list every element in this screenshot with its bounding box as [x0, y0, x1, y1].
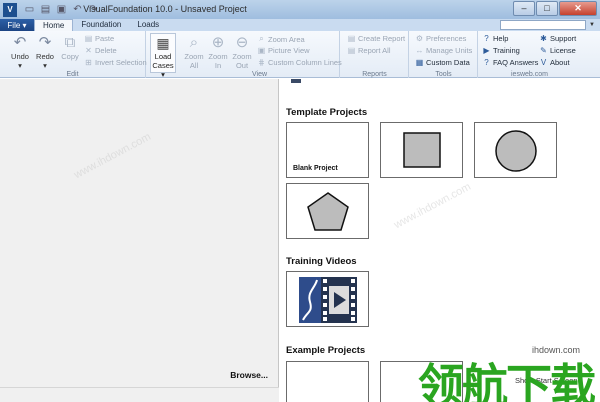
- report-all-button[interactable]: ▤ Report All: [347, 46, 391, 55]
- left-pane-footer: [0, 387, 279, 402]
- minimize-button[interactable]: –: [513, 1, 535, 16]
- zoom-in-icon: ⊕: [211, 34, 225, 51]
- square-icon: [403, 132, 441, 168]
- preferences-button[interactable]: ⚙ Preferences: [415, 34, 467, 43]
- search-input[interactable]: [500, 20, 586, 30]
- paste-icon: ▤: [84, 34, 93, 43]
- brand-watermark-site: ihdown.com: [532, 345, 581, 355]
- support-button[interactable]: ✱ Support: [539, 34, 576, 43]
- zoom-all-button[interactable]: ⌕ Zoom All: [183, 34, 205, 70]
- video-film-icon: [299, 277, 357, 323]
- site-label: iesweb.com: [511, 71, 548, 78]
- blank-project-caption: Blank Project: [293, 165, 338, 172]
- faq-icon: ?: [484, 58, 489, 67]
- edit-group: ↶ Undo ▾ ↷ Redo ▾ ⧉ Copy ▤ Paste ✕ Delete …: [0, 31, 147, 78]
- training-video-tile[interactable]: [286, 271, 369, 327]
- file-menu-button[interactable]: File ▾: [0, 19, 34, 31]
- pentagon-template-tile[interactable]: [286, 183, 369, 239]
- picture-view-icon: ▣: [257, 46, 266, 55]
- training-icon: ▶: [483, 46, 490, 55]
- delete-button[interactable]: ✕ Delete: [84, 46, 117, 55]
- copy-button[interactable]: ⧉ Copy: [59, 34, 81, 61]
- redo-button[interactable]: ↷ Redo ▾: [34, 34, 56, 70]
- maximize-button[interactable]: □: [536, 1, 558, 16]
- partial-list-icon: [291, 79, 301, 83]
- zoom-in-button[interactable]: ⊕ Zoom In: [207, 34, 229, 70]
- view-group: ⌕ Zoom All ⊕ Zoom In ⊖ Zoom Out ⌕ Zoom Ar…: [180, 31, 342, 78]
- circle-template-tile[interactable]: [474, 122, 557, 178]
- help-icon: ?: [484, 34, 489, 43]
- paste-button[interactable]: ▤ Paste: [84, 34, 114, 43]
- invert-selection-icon: ⊞: [85, 58, 92, 67]
- zoom-area-icon: ⌕: [259, 34, 264, 43]
- window-controls: – □ ✕: [512, 1, 597, 16]
- undo-icon: ↶: [13, 34, 27, 51]
- square-template-tile[interactable]: [380, 122, 463, 178]
- custom-data-icon: ▦: [415, 58, 424, 67]
- window-title: VisualFoundation 10.0 - Unsaved Project: [83, 4, 247, 14]
- redo-icon: ↷: [38, 34, 52, 51]
- load-cases-button[interactable]: ▦ Load Cases ▾: [150, 33, 176, 79]
- help-button[interactable]: ? Help: [482, 34, 508, 43]
- invert-selection-button[interactable]: ⊞ Invert Selection: [84, 58, 147, 67]
- custom-column-lines-button[interactable]: ⋕ Custom Column Lines: [257, 58, 342, 67]
- support-icon: ✱: [540, 34, 547, 43]
- manage-units-button[interactable]: ↔ Manage Units: [415, 46, 473, 55]
- copy-icon: ⧉: [64, 34, 76, 51]
- custom-data-button[interactable]: ▦ Custom Data: [415, 58, 470, 67]
- load-cases-icon: ▦: [156, 35, 170, 51]
- delete-icon: ✕: [85, 46, 92, 55]
- blank-project-tile[interactable]: Blank Project: [286, 122, 369, 178]
- zoom-all-icon: ⌕: [189, 34, 199, 51]
- license-icon: ✎: [540, 46, 547, 55]
- title-bar: V ▭ ▤ ▣ ↶ ↷ VisualFoundation 10.0 - Unsa…: [0, 0, 600, 19]
- close-button[interactable]: ✕: [559, 1, 597, 16]
- report-all-icon: ▤: [347, 46, 356, 55]
- column-lines-icon: ⋕: [258, 58, 265, 67]
- units-icon: ↔: [415, 46, 424, 55]
- recent-projects-pane: Browse...: [0, 79, 279, 402]
- tab-home[interactable]: Home: [34, 19, 74, 31]
- chevron-down-icon[interactable]: ▼: [587, 20, 597, 30]
- preferences-icon: ⚙: [415, 34, 424, 43]
- report-icon: ▤: [347, 34, 356, 43]
- about-button[interactable]: V About: [539, 58, 570, 67]
- ribbon-tabs: File ▾ Home Foundation Loads ▼: [0, 19, 600, 31]
- training-button[interactable]: ▶ Training: [482, 46, 519, 55]
- tab-loads[interactable]: Loads: [129, 19, 167, 31]
- template-projects-title: Template Projects: [286, 107, 368, 118]
- create-report-button[interactable]: ▤ Create Report: [347, 34, 405, 43]
- example-projects-title: Example Projects: [286, 345, 366, 356]
- undo-button[interactable]: ↶ Undo ▾: [9, 34, 31, 70]
- brand-watermark: 领航下载: [418, 360, 596, 402]
- pentagon-icon: [307, 192, 349, 231]
- training-videos-title: Training Videos: [286, 256, 357, 267]
- tab-foundation[interactable]: Foundation: [73, 19, 129, 31]
- picture-view-button[interactable]: ▣ Picture View: [257, 46, 310, 55]
- example-project-tile-1[interactable]: [286, 361, 369, 402]
- zoom-out-button[interactable]: ⊖ Zoom Out: [231, 34, 253, 70]
- tools-group: ⚙ Preferences ↔ Manage Units ▦ Custom Data …: [410, 31, 478, 78]
- zoom-out-icon: ⊖: [235, 34, 249, 51]
- browse-link[interactable]: Browse...: [230, 370, 268, 380]
- ribbon: ↶ Undo ▾ ↷ Redo ▾ ⧉ Copy ▤ Paste ✕ Delete …: [0, 31, 600, 79]
- zoom-area-button[interactable]: ⌕ Zoom Area: [257, 34, 304, 44]
- faq-answers-button[interactable]: ? FAQ Answers: [482, 58, 538, 67]
- license-button[interactable]: ✎ License: [539, 46, 576, 55]
- circle-icon: [495, 130, 537, 172]
- about-icon: V: [540, 58, 547, 67]
- reports-group: ▤ Create Report ▤ Report All Reports: [341, 31, 409, 78]
